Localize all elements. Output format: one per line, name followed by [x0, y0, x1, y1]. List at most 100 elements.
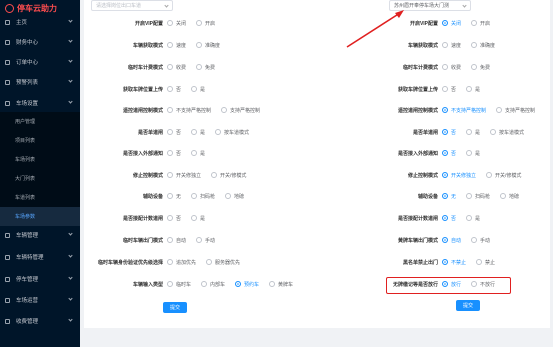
radio-button[interactable] [442, 42, 448, 48]
radio-option[interactable]: 手动 [471, 237, 490, 244]
radio-option[interactable]: 自动 [442, 237, 461, 244]
radio-option[interactable]: 关闭 [442, 20, 461, 27]
radio-button[interactable] [500, 193, 507, 199]
radio-button[interactable] [442, 64, 448, 70]
left-submit-button[interactable]: 提交 [163, 302, 187, 313]
radio-button[interactable] [196, 64, 203, 70]
radio-option[interactable]: 免费 [471, 64, 490, 71]
radio-button[interactable] [471, 237, 478, 243]
radio-button[interactable] [442, 150, 448, 156]
radio-option[interactable]: 是 [466, 150, 480, 157]
right-lane-select[interactable]: 苏州眉开奉停车场大门测 [389, 0, 471, 11]
radio-option[interactable]: 是 [466, 86, 480, 93]
radio-button[interactable] [496, 107, 503, 113]
sidebar-item[interactable]: 车辆管理 [0, 226, 80, 244]
radio-button[interactable] [442, 172, 448, 178]
radio-option[interactable]: 手动 [196, 237, 215, 244]
radio-button[interactable] [201, 281, 208, 287]
radio-option[interactable]: 支持严格控制 [221, 107, 260, 114]
radio-button[interactable] [466, 129, 473, 135]
radio-button[interactable] [466, 193, 473, 199]
sidebar-item[interactable]: 订单中心 [0, 53, 80, 71]
radio-option[interactable]: 追加优先 [167, 259, 196, 266]
radio-button[interactable] [196, 42, 203, 48]
radio-button[interactable] [442, 107, 448, 113]
radio-option[interactable]: 速度 [167, 42, 186, 49]
sidebar-item[interactable]: 预警列表 [0, 73, 80, 91]
radio-option[interactable]: 不禁止 [442, 259, 466, 266]
radio-button[interactable] [167, 259, 173, 265]
radio-option[interactable]: 按车道模式 [490, 129, 524, 136]
radio-button[interactable] [442, 86, 448, 92]
radio-button[interactable] [442, 237, 448, 243]
radio-button[interactable] [466, 86, 473, 92]
radio-button[interactable] [466, 215, 473, 221]
radio-button[interactable] [211, 172, 218, 178]
radio-button[interactable] [191, 86, 198, 92]
radio-button[interactable] [167, 150, 173, 156]
radio-option[interactable]: 是 [191, 86, 205, 93]
radio-option[interactable]: 开启 [471, 20, 490, 27]
sidebar-item[interactable]: 车场参数 [0, 207, 80, 226]
radio-option[interactable]: 否 [442, 150, 456, 157]
radio-button[interactable] [167, 281, 173, 287]
radio-button[interactable] [235, 281, 242, 287]
radio-button[interactable] [471, 20, 478, 26]
radio-option[interactable]: 免费 [196, 64, 215, 71]
radio-option[interactable]: 速度 [442, 42, 461, 49]
radio-button[interactable] [191, 193, 198, 199]
radio-option[interactable]: 无 [167, 193, 181, 200]
radio-option[interactable]: 支持严格控制 [496, 107, 535, 114]
sidebar-item[interactable]: 车道列表 [0, 188, 80, 207]
radio-option[interactable]: 准确度 [471, 42, 495, 49]
sidebar-item[interactable]: 停车管理 [0, 270, 80, 288]
radio-button[interactable] [442, 193, 448, 199]
radio-option[interactable]: 否 [442, 215, 456, 222]
radio-button[interactable] [167, 193, 173, 199]
radio-option[interactable]: 不支持严格控制 [167, 107, 211, 114]
radio-option[interactable]: 服务器优先 [206, 259, 240, 266]
radio-button[interactable] [476, 259, 483, 265]
radio-option[interactable]: 地磅 [225, 193, 244, 200]
sidebar-item[interactable]: 用户管理 [0, 112, 80, 131]
radio-option[interactable]: 是 [191, 129, 205, 136]
radio-button[interactable] [221, 107, 228, 113]
radio-button[interactable] [196, 20, 203, 26]
sidebar-item[interactable]: 项目列表 [0, 131, 80, 150]
radio-option[interactable]: 关闭 [167, 20, 186, 27]
sidebar-item[interactable]: 车场设置 [0, 94, 80, 112]
radio-button[interactable] [471, 42, 478, 48]
radio-option[interactable]: 否 [167, 150, 181, 157]
left-lane-select[interactable]: 请选择岗位出口车道 [91, 0, 173, 11]
radio-button[interactable] [167, 86, 173, 92]
radio-option[interactable]: 开关/修模式 [486, 172, 521, 179]
radio-option[interactable]: 否 [167, 215, 181, 222]
radio-button[interactable] [490, 129, 497, 135]
radio-option[interactable]: 黄牌车 [269, 281, 293, 288]
radio-button[interactable] [486, 172, 493, 178]
radio-option[interactable]: 开关修独立 [167, 172, 201, 179]
radio-option[interactable]: 是 [466, 215, 480, 222]
radio-option[interactable]: 扫码枪 [191, 193, 215, 200]
radio-option[interactable]: 是 [466, 129, 480, 136]
radio-button[interactable] [442, 259, 448, 265]
radio-button[interactable] [167, 107, 173, 113]
radio-option[interactable]: 按车道模式 [215, 129, 249, 136]
radio-option[interactable]: 自动 [167, 237, 186, 244]
radio-button[interactable] [471, 64, 478, 70]
radio-button[interactable] [225, 193, 232, 199]
radio-button[interactable] [167, 215, 173, 221]
radio-button[interactable] [167, 64, 173, 70]
radio-option[interactable]: 扫码枪 [466, 193, 490, 200]
radio-option[interactable]: 内部车 [201, 281, 225, 288]
radio-option[interactable]: 准确度 [196, 42, 220, 49]
radio-option[interactable]: 开关/修模式 [211, 172, 246, 179]
radio-button[interactable] [191, 129, 198, 135]
radio-button[interactable] [442, 129, 448, 135]
radio-option[interactable]: 临时车 [167, 281, 191, 288]
radio-button[interactable] [167, 20, 173, 26]
radio-button[interactable] [466, 150, 473, 156]
radio-button[interactable] [196, 237, 203, 243]
radio-button[interactable] [215, 129, 222, 135]
sidebar-item[interactable]: 收费管理 [0, 312, 80, 330]
